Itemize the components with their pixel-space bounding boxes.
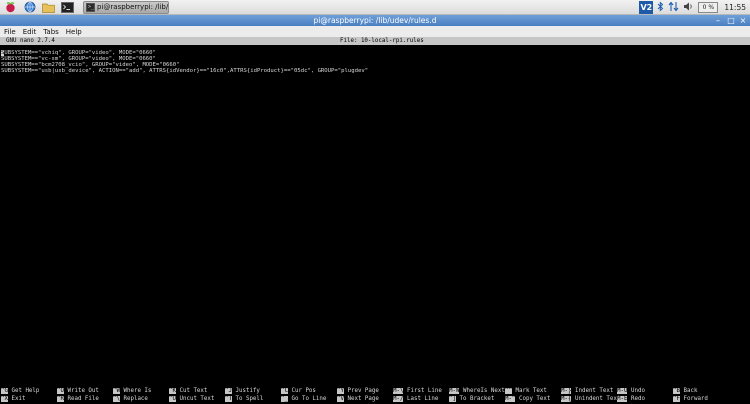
nano-version: GNU nano 2.7.4 bbox=[6, 38, 55, 44]
system-tray: V2 0 % 11:55 bbox=[639, 0, 750, 15]
taskbar-terminal-button[interactable]: >_ pi@raspberrypi: /lib/u... bbox=[83, 0, 169, 14]
shortcut-justify[interactable]: ^J Justify ^T To Spell bbox=[225, 388, 263, 403]
menu-bar: File Edit Tabs Help bbox=[0, 26, 750, 37]
menu-tabs[interactable]: Tabs bbox=[43, 28, 59, 36]
terminal-icon: >_ bbox=[86, 2, 96, 12]
nano-header: GNU nano 2.7.4 File: 10-local-rpi.rules bbox=[0, 37, 750, 45]
menu-help[interactable]: Help bbox=[66, 28, 82, 36]
globe-icon[interactable] bbox=[22, 1, 37, 14]
shortcut-undo[interactable]: M-U Undo M-E Redo bbox=[617, 388, 645, 403]
file-content[interactable]: SUBSYSTEM=="vchiq", GROUP="video", MODE=… bbox=[1, 50, 368, 74]
text-line: SUBSYSTEM=="usb|usb_device", ACTION=="ad… bbox=[1, 68, 369, 74]
shortcut-indent-text[interactable]: M-} Indent Text M-{ Unindent Text bbox=[561, 388, 620, 403]
cpu-monitor[interactable]: 0 % bbox=[698, 2, 719, 13]
terminal-icon[interactable] bbox=[60, 1, 75, 14]
window-titlebar[interactable]: pi@raspberrypi: /lib/udev/rules.d – □ × bbox=[0, 15, 750, 26]
close-button[interactable]: × bbox=[737, 15, 749, 26]
maximize-button[interactable]: □ bbox=[725, 15, 737, 26]
shortcut-cur-pos[interactable]: ^C Cur Pos ^_ Go To Line bbox=[281, 388, 326, 403]
shortcut-write-out[interactable]: ^O Write Out ^R Read File bbox=[57, 388, 99, 403]
vnc-icon[interactable]: V2 bbox=[639, 1, 654, 14]
bluetooth-icon[interactable] bbox=[657, 0, 664, 15]
shortcut-bar: ^G Get Help ^X Exit ^O Write Out ^R Read F… bbox=[0, 388, 750, 404]
menu-file[interactable]: File bbox=[4, 28, 16, 36]
shortcut-prev-page[interactable]: ^Y Prev Page ^V Next Page bbox=[337, 388, 379, 403]
shortcut-where-is[interactable]: ^W Where Is ^\ Replace bbox=[113, 388, 151, 403]
menu-edit[interactable]: Edit bbox=[23, 28, 37, 36]
shortcut-back[interactable]: ^B Back ^F Forward bbox=[673, 388, 708, 403]
volume-icon[interactable] bbox=[683, 1, 694, 15]
shortcut-whereis-next[interactable]: M-W WhereIs Next ^] To Bracket bbox=[449, 388, 505, 403]
network-arrows-icon[interactable] bbox=[668, 1, 679, 15]
taskbar-label: pi@raspberrypi: /lib/u... bbox=[97, 3, 169, 11]
minimize-button[interactable]: – bbox=[712, 15, 724, 26]
shortcut-get-help[interactable]: ^G Get Help ^X Exit bbox=[1, 388, 39, 403]
nano-filename: File: 10-local-rpi.rules bbox=[340, 38, 424, 44]
shortcut-mark-text[interactable]: ^^ Mark Text M-^ Copy Text bbox=[505, 388, 550, 403]
terminal-area[interactable]: GNU nano 2.7.4 File: 10-local-rpi.rules … bbox=[0, 37, 750, 404]
window-title: pi@raspberrypi: /lib/udev/rules.d bbox=[313, 16, 437, 25]
raspberry-icon[interactable] bbox=[3, 1, 18, 14]
top-panel: >_ pi@raspberrypi: /lib/u... V2 0 % 11:5… bbox=[0, 0, 750, 15]
clock[interactable]: 11:55 bbox=[724, 3, 746, 12]
shortcut-cut-text[interactable]: ^K Cut Text ^U Uncut Text bbox=[169, 388, 214, 403]
shortcut-first-line[interactable]: M-\ First Line M-/ Last Line bbox=[393, 388, 442, 403]
folder-icon[interactable] bbox=[41, 1, 56, 14]
